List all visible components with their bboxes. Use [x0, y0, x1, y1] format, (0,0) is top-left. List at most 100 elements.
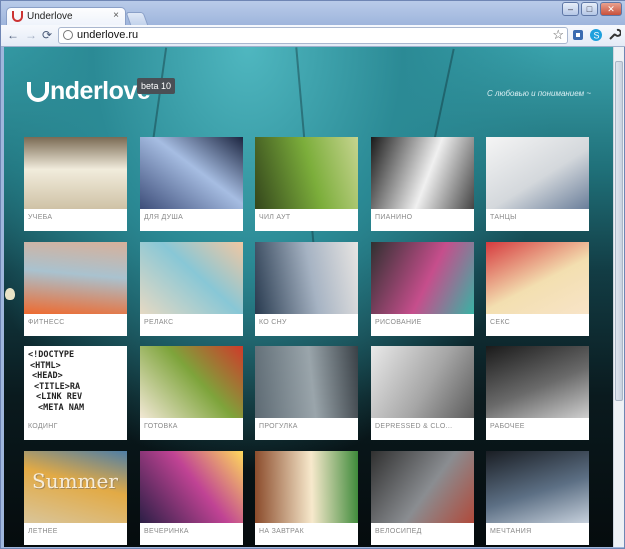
new-tab-button[interactable] [125, 12, 149, 26]
tile-thumbnail[interactable] [140, 242, 243, 314]
extension-glyph [573, 30, 583, 40]
tile-thumbnail[interactable] [371, 451, 474, 523]
tile-label: РЕЛАКС [144, 319, 174, 326]
tile-thumbnail[interactable] [486, 242, 589, 314]
tile-thumbnail[interactable] [140, 451, 243, 523]
tile-label: ЧИЛ АУТ [259, 214, 291, 221]
tile-thumbnail[interactable] [486, 137, 589, 209]
tile-thumbnail[interactable] [24, 137, 127, 209]
tab-close-icon[interactable]: × [113, 10, 119, 21]
site-logo[interactable]: nderlove [27, 77, 151, 106]
logo-u-icon [27, 82, 49, 102]
tile-card[interactable]: РИСОВАНИЕ [371, 242, 474, 336]
maximize-button[interactable]: □ [581, 2, 598, 16]
tile-label: КО СНУ [259, 319, 287, 326]
tile-label: МЕЧТАНИЯ [490, 528, 532, 535]
tile-thumbnail[interactable] [486, 346, 589, 418]
tile-thumbnail[interactable] [24, 242, 127, 314]
favicon-icon [12, 11, 23, 22]
tile-card[interactable]: ПИАНИНО [371, 137, 474, 231]
summer-text: Summer [32, 469, 118, 493]
vertical-scrollbar[interactable] [613, 47, 624, 547]
browser-window: Underlove × – □ ✕ ← → ⟳ underlove.ru ☆ S [0, 0, 625, 549]
tile-label: РИСОВАНИЕ [375, 319, 422, 326]
tagline: С любовью и пониманием ~ [487, 89, 591, 98]
tile-card[interactable]: Summer ЛЕТНЕЕ [24, 451, 127, 545]
tile-thumbnail[interactable] [255, 346, 358, 418]
bookmark-star-icon[interactable]: ☆ [552, 27, 564, 43]
code-line: <HTML> [30, 360, 61, 371]
window-controls: – □ ✕ [562, 2, 622, 16]
url-text[interactable]: underlove.ru [77, 29, 138, 41]
tile-thumbnail[interactable] [371, 346, 474, 418]
tile-label: ФИТНЕСС [28, 319, 65, 326]
code-line: <LINK REV [36, 392, 83, 402]
svg-text:S: S [594, 31, 600, 41]
beta-badge: beta 10 [137, 78, 176, 94]
tile-label: ТАНЦЫ [490, 214, 517, 221]
tile-card[interactable]: ВЕЛОСИПЕД [371, 451, 474, 545]
tile-card[interactable]: DEPRESSED & CLO... [371, 346, 474, 440]
tile-card[interactable]: МЕЧТАНИЯ [486, 451, 589, 545]
scrollbar-thumb[interactable] [615, 61, 623, 401]
code-line: <HEAD> [32, 371, 63, 381]
skype-glyph: S [590, 29, 602, 41]
tile-card[interactable]: ТАНЦЫ [486, 137, 589, 231]
tile-thumbnail[interactable] [371, 242, 474, 314]
reload-button[interactable]: ⟳ [42, 28, 52, 42]
tile-thumbnail[interactable] [255, 451, 358, 523]
tile-card[interactable]: УЧЕБА [24, 137, 127, 231]
tile-card[interactable]: СЕКС [486, 242, 589, 336]
code-line: <TITLE>RA [34, 381, 81, 392]
tile-card[interactable]: ЧИЛ АУТ [255, 137, 358, 231]
tile-label: DEPRESSED & CLO... [375, 423, 453, 430]
tile-card[interactable]: НА ЗАВТРАК [255, 451, 358, 545]
code-line: <!DOCTYPE [28, 350, 75, 360]
tile-card[interactable]: РАБОЧЕЕ [486, 346, 589, 440]
browser-toolbar: ← → ⟳ underlove.ru ☆ S [1, 25, 625, 47]
tile-card[interactable]: ФИТНЕСС [24, 242, 127, 336]
wrench-glyph [609, 28, 622, 40]
code-text: <!DOCTYPE <HTML> <HEAD> <TITLE>RA <LINK REV <… [28, 350, 84, 413]
lightbulb-icon[interactable] [5, 288, 15, 300]
tile-thumbnail[interactable]: Summer [24, 451, 127, 523]
tile-label: ПИАНИНО [375, 214, 413, 221]
code-line: <META NAM [38, 402, 85, 413]
tile-thumbnail[interactable] [486, 451, 589, 523]
extension-icon[interactable] [571, 28, 585, 42]
tile-thumbnail[interactable] [255, 137, 358, 209]
tile-card[interactable]: ПРОГУЛКА [255, 346, 358, 440]
tile-card[interactable]: РЕЛАКС [140, 242, 243, 336]
tile-card[interactable]: ДЛЯ ДУША [140, 137, 243, 231]
tile-label: УЧЕБА [28, 214, 53, 221]
minimize-button[interactable]: – [562, 2, 579, 16]
skype-icon[interactable]: S [589, 28, 603, 42]
globe-icon [63, 30, 73, 40]
tile-thumbnail[interactable] [140, 137, 243, 209]
tile-card[interactable]: ВЕЧЕРИНКА [140, 451, 243, 545]
tile-label: КОДИНГ [28, 423, 58, 430]
tile-label: ВЕЧЕРИНКА [144, 528, 189, 535]
tile-label: ЛЕТНЕЕ [28, 528, 58, 535]
close-window-button[interactable]: ✕ [600, 2, 622, 16]
browser-tab[interactable]: Underlove × [6, 7, 126, 26]
tile-label: РАБОЧЕЕ [490, 423, 525, 430]
tile-label: ДЛЯ ДУША [144, 214, 184, 221]
tile-label: ВЕЛОСИПЕД [375, 528, 422, 535]
tile-thumbnail[interactable]: <!DOCTYPE <HTML> <HEAD> <TITLE>RA <LINK REV <… [24, 346, 127, 418]
tile-label: ПРОГУЛКА [259, 423, 298, 430]
forward-button[interactable]: → [25, 28, 37, 42]
tile-card[interactable]: КО СНУ [255, 242, 358, 336]
wrench-icon[interactable] [607, 28, 622, 42]
tile-card[interactable]: <!DOCTYPE <HTML> <HEAD> <TITLE>RA <LINK REV <… [24, 346, 127, 440]
tile-label: НА ЗАВТРАК [259, 528, 304, 535]
tile-thumbnail[interactable] [255, 242, 358, 314]
tile-thumbnail[interactable] [140, 346, 243, 418]
address-bar[interactable]: underlove.ru ☆ [58, 27, 568, 44]
tile-card[interactable]: ГОТОВКА [140, 346, 243, 440]
back-button[interactable]: ← [7, 28, 19, 42]
tab-title: Underlove [27, 11, 73, 22]
logo-text: nderlove [50, 77, 151, 105]
title-bar: Underlove × – □ ✕ [1, 1, 625, 26]
tile-thumbnail[interactable] [371, 137, 474, 209]
